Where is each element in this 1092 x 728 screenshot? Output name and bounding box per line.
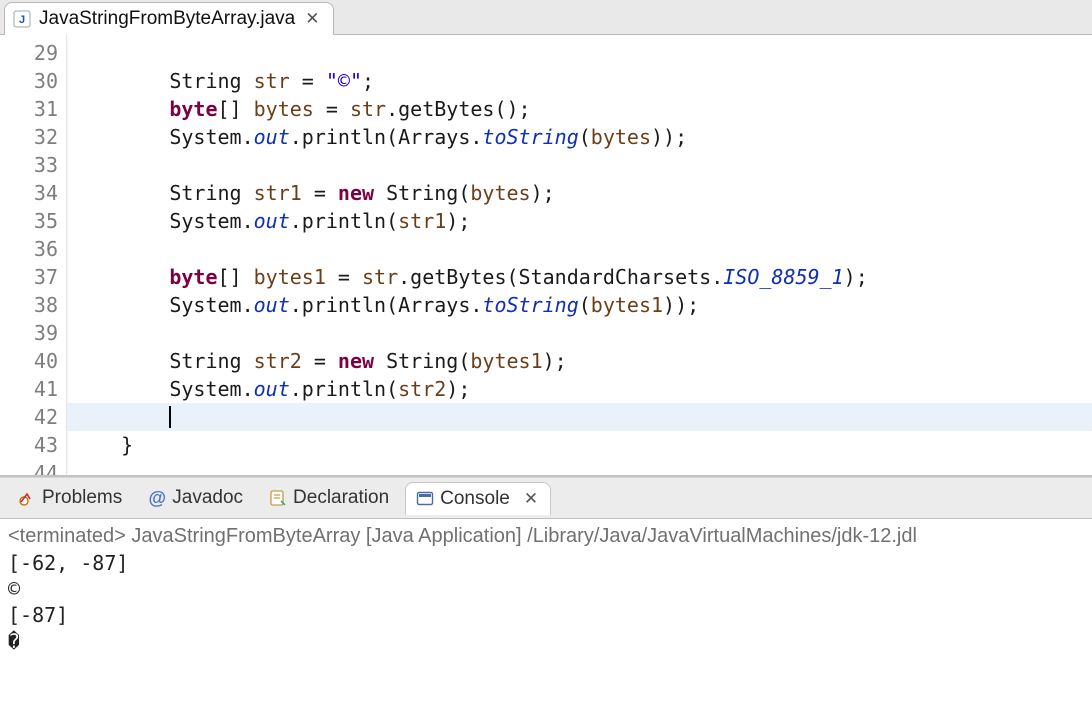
code-line[interactable]: String str = "©"; bbox=[67, 67, 1092, 95]
line-number: 43 bbox=[18, 431, 58, 459]
line-number: 32 bbox=[18, 123, 58, 151]
code-line[interactable] bbox=[67, 459, 1092, 477]
editor-tab-label: JavaStringFromByteArray.java bbox=[39, 8, 295, 30]
code-line[interactable]: byte[] bytes = str.getBytes(); bbox=[67, 95, 1092, 123]
ide-window: J JavaStringFromByteArray.java ✕ 2930313… bbox=[0, 0, 1092, 728]
code-line[interactable] bbox=[67, 319, 1092, 347]
code-line[interactable]: String str2 = new String(bytes1); bbox=[67, 347, 1092, 375]
line-number: 37 bbox=[18, 263, 58, 291]
tab-console[interactable]: Console ✕ bbox=[405, 482, 551, 515]
tab-declaration[interactable]: Declaration bbox=[259, 482, 399, 514]
line-number: 38 bbox=[18, 291, 58, 319]
code-line[interactable]: String str1 = new String(bytes); bbox=[67, 179, 1092, 207]
code-line[interactable]: System.out.println(Arrays.toString(bytes… bbox=[67, 291, 1092, 319]
tab-problems[interactable]: Problems bbox=[8, 482, 132, 514]
line-gutter: 29303132333435363738394041424344 bbox=[0, 35, 67, 475]
console-status: <terminated> JavaStringFromByteArray [Ja… bbox=[8, 525, 1084, 548]
line-number: 33 bbox=[18, 151, 58, 179]
code-line[interactable]: } bbox=[67, 431, 1092, 459]
editor-tab-strip: J JavaStringFromByteArray.java ✕ bbox=[0, 0, 1092, 35]
code-line[interactable] bbox=[67, 235, 1092, 263]
code-line[interactable]: byte[] bytes1 = str.getBytes(StandardCha… bbox=[67, 263, 1092, 291]
code-line[interactable]: System.out.println(str1); bbox=[67, 207, 1092, 235]
line-number: 35 bbox=[18, 207, 58, 235]
code-line[interactable]: System.out.println(str2); bbox=[67, 375, 1092, 403]
java-file-icon: J bbox=[13, 10, 31, 28]
line-number: 39 bbox=[18, 319, 58, 347]
tab-problems-label: Problems bbox=[42, 487, 122, 509]
svg-text:J: J bbox=[19, 14, 25, 26]
code-line[interactable] bbox=[67, 403, 1092, 431]
line-number: 41 bbox=[18, 375, 58, 403]
declaration-icon bbox=[269, 489, 287, 507]
console-area[interactable]: <terminated> JavaStringFromByteArray [Ja… bbox=[0, 519, 1092, 728]
tab-declaration-label: Declaration bbox=[293, 487, 389, 509]
line-number: 36 bbox=[18, 235, 58, 263]
tab-console-label: Console bbox=[440, 488, 510, 510]
text-cursor bbox=[169, 406, 171, 428]
code-line[interactable] bbox=[67, 151, 1092, 179]
close-icon[interactable]: ✕ bbox=[303, 9, 321, 29]
views-tab-strip: Problems @ Javadoc Declaration bbox=[0, 477, 1092, 519]
line-number: 30 bbox=[18, 67, 58, 95]
line-number: 44 bbox=[18, 459, 58, 477]
line-number: 31 bbox=[18, 95, 58, 123]
close-icon[interactable]: ✕ bbox=[522, 489, 540, 509]
problems-icon bbox=[18, 489, 36, 507]
line-number: 29 bbox=[18, 39, 58, 67]
editor-tab[interactable]: J JavaStringFromByteArray.java ✕ bbox=[4, 2, 334, 35]
console-output: [-62, -87] © [-87] � bbox=[8, 550, 1084, 654]
tab-javadoc[interactable]: @ Javadoc bbox=[138, 482, 253, 514]
line-number: 42 bbox=[18, 403, 58, 431]
line-number: 34 bbox=[18, 179, 58, 207]
console-icon bbox=[416, 490, 434, 508]
javadoc-icon: @ bbox=[148, 489, 166, 507]
tab-javadoc-label: Javadoc bbox=[172, 487, 243, 509]
code-line[interactable] bbox=[67, 39, 1092, 67]
code-editor[interactable]: 29303132333435363738394041424344 String … bbox=[0, 35, 1092, 477]
code-area[interactable]: String str = "©"; byte[] bytes = str.get… bbox=[67, 35, 1092, 475]
code-line[interactable]: System.out.println(Arrays.toString(bytes… bbox=[67, 123, 1092, 151]
line-number: 40 bbox=[18, 347, 58, 375]
